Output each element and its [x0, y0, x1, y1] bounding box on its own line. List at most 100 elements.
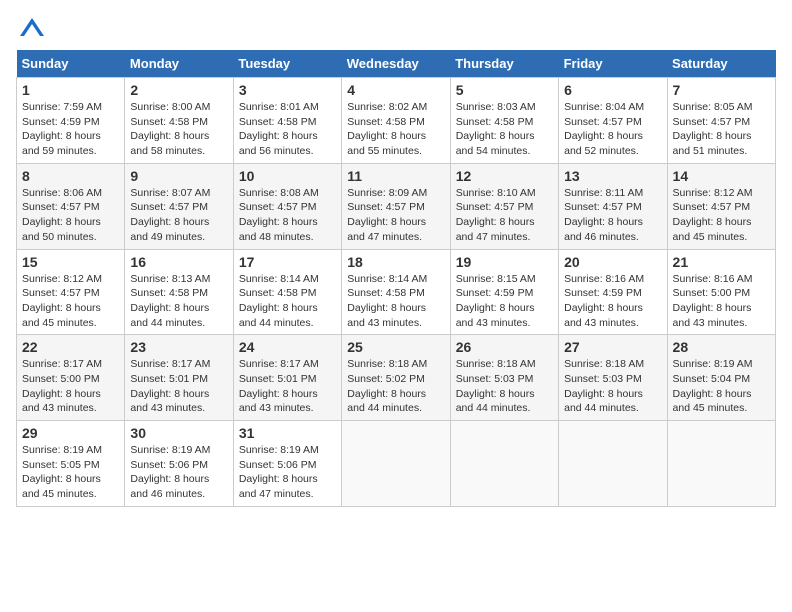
day-info: Sunrise: 8:14 AM Sunset: 4:58 PM Dayligh… [347, 272, 444, 331]
calendar-cell: 21 Sunrise: 8:16 AM Sunset: 5:00 PM Dayli… [667, 249, 775, 335]
day-number: 31 [239, 425, 336, 441]
calendar-cell: 23 Sunrise: 8:17 AM Sunset: 5:01 PM Dayli… [125, 335, 233, 421]
calendar-cell: 10Sunrise: 8:08 AM Sunset: 4:57 PM Dayli… [233, 163, 341, 249]
day-number: 27 [564, 339, 661, 355]
calendar-cell: 9 Sunrise: 8:07 AM Sunset: 4:57 PM Daylig… [125, 163, 233, 249]
week-row-4: 22 Sunrise: 8:17 AM Sunset: 5:00 PM Dayli… [17, 335, 776, 421]
day-info: Sunrise: 8:03 AM Sunset: 4:58 PM Dayligh… [456, 100, 553, 159]
day-number: 17 [239, 254, 336, 270]
day-header-monday: Monday [125, 50, 233, 78]
day-header-sunday: Sunday [17, 50, 125, 78]
calendar-cell: 6 Sunrise: 8:04 AM Sunset: 4:57 PM Daylig… [559, 78, 667, 164]
calendar-cell: 17Sunrise: 8:14 AM Sunset: 4:58 PM Dayli… [233, 249, 341, 335]
week-row-3: 15 Sunrise: 8:12 AM Sunset: 4:57 PM Dayli… [17, 249, 776, 335]
day-header-thursday: Thursday [450, 50, 558, 78]
day-number: 24 [239, 339, 336, 355]
calendar-cell [342, 421, 450, 507]
day-number: 18 [347, 254, 444, 270]
day-info: Sunrise: 8:19 AM Sunset: 5:04 PM Dayligh… [673, 357, 770, 416]
day-number: 5 [456, 82, 553, 98]
day-info: Sunrise: 8:19 AM Sunset: 5:05 PM Dayligh… [22, 443, 119, 502]
calendar-cell [450, 421, 558, 507]
day-info: Sunrise: 7:59 AM Sunset: 4:59 PM Dayligh… [22, 100, 119, 159]
day-number: 2 [130, 82, 227, 98]
day-header-friday: Friday [559, 50, 667, 78]
calendar-cell: 2Sunrise: 8:00 AM Sunset: 4:58 PM Daylig… [125, 78, 233, 164]
calendar-cell: 22 Sunrise: 8:17 AM Sunset: 5:00 PM Dayli… [17, 335, 125, 421]
calendar-cell: 4Sunrise: 8:02 AM Sunset: 4:58 PM Daylig… [342, 78, 450, 164]
day-info: Sunrise: 8:02 AM Sunset: 4:58 PM Dayligh… [347, 100, 444, 159]
calendar-cell: 18 Sunrise: 8:14 AM Sunset: 4:58 PM Dayli… [342, 249, 450, 335]
day-info: Sunrise: 8:07 AM Sunset: 4:57 PM Dayligh… [130, 186, 227, 245]
calendar-cell: 27 Sunrise: 8:18 AM Sunset: 5:03 PM Dayli… [559, 335, 667, 421]
day-number: 8 [22, 168, 119, 184]
day-info: Sunrise: 8:18 AM Sunset: 5:03 PM Dayligh… [564, 357, 661, 416]
day-number: 25 [347, 339, 444, 355]
day-number: 7 [673, 82, 770, 98]
day-number: 19 [456, 254, 553, 270]
day-number: 22 [22, 339, 119, 355]
day-number: 29 [22, 425, 119, 441]
day-header-tuesday: Tuesday [233, 50, 341, 78]
calendar-cell [559, 421, 667, 507]
calendar-cell: 11 Sunrise: 8:09 AM Sunset: 4:57 PM Dayli… [342, 163, 450, 249]
day-header-saturday: Saturday [667, 50, 775, 78]
day-number: 20 [564, 254, 661, 270]
day-info: Sunrise: 8:16 AM Sunset: 5:00 PM Dayligh… [673, 272, 770, 331]
day-info: Sunrise: 8:19 AM Sunset: 5:06 PM Dayligh… [130, 443, 227, 502]
day-info: Sunrise: 8:17 AM Sunset: 5:00 PM Dayligh… [22, 357, 119, 416]
calendar-cell: 20 Sunrise: 8:16 AM Sunset: 4:59 PM Dayli… [559, 249, 667, 335]
day-info: Sunrise: 8:11 AM Sunset: 4:57 PM Dayligh… [564, 186, 661, 245]
day-number: 21 [673, 254, 770, 270]
calendar-cell: 5 Sunrise: 8:03 AM Sunset: 4:58 PM Daylig… [450, 78, 558, 164]
day-info: Sunrise: 8:18 AM Sunset: 5:02 PM Dayligh… [347, 357, 444, 416]
day-info: Sunrise: 8:09 AM Sunset: 4:57 PM Dayligh… [347, 186, 444, 245]
calendar-table: SundayMondayTuesdayWednesdayThursdayFrid… [16, 50, 776, 507]
day-number: 9 [130, 168, 227, 184]
day-info: Sunrise: 8:15 AM Sunset: 4:59 PM Dayligh… [456, 272, 553, 331]
week-row-1: 1Sunrise: 7:59 AM Sunset: 4:59 PM Daylig… [17, 78, 776, 164]
calendar-cell [667, 421, 775, 507]
calendar-cell: 1Sunrise: 7:59 AM Sunset: 4:59 PM Daylig… [17, 78, 125, 164]
day-number: 15 [22, 254, 119, 270]
calendar-cell: 16 Sunrise: 8:13 AM Sunset: 4:58 PM Dayli… [125, 249, 233, 335]
day-info: Sunrise: 8:06 AM Sunset: 4:57 PM Dayligh… [22, 186, 119, 245]
logo [16, 16, 46, 38]
calendar-cell: 15 Sunrise: 8:12 AM Sunset: 4:57 PM Dayli… [17, 249, 125, 335]
day-header-wednesday: Wednesday [342, 50, 450, 78]
day-number: 14 [673, 168, 770, 184]
calendar-cell: 3Sunrise: 8:01 AM Sunset: 4:58 PM Daylig… [233, 78, 341, 164]
calendar-cell: 29 Sunrise: 8:19 AM Sunset: 5:05 PM Dayli… [17, 421, 125, 507]
day-info: Sunrise: 8:12 AM Sunset: 4:57 PM Dayligh… [22, 272, 119, 331]
day-number: 6 [564, 82, 661, 98]
calendar-cell: 28 Sunrise: 8:19 AM Sunset: 5:04 PM Dayli… [667, 335, 775, 421]
calendar-cell: 8 Sunrise: 8:06 AM Sunset: 4:57 PM Daylig… [17, 163, 125, 249]
day-number: 23 [130, 339, 227, 355]
calendar-cell: 31 Sunrise: 8:19 AM Sunset: 5:06 PM Dayli… [233, 421, 341, 507]
calendar-cell: 30 Sunrise: 8:19 AM Sunset: 5:06 PM Dayli… [125, 421, 233, 507]
header [16, 16, 776, 38]
day-number: 28 [673, 339, 770, 355]
day-info: Sunrise: 8:19 AM Sunset: 5:06 PM Dayligh… [239, 443, 336, 502]
day-info: Sunrise: 8:05 AM Sunset: 4:57 PM Dayligh… [673, 100, 770, 159]
day-number: 11 [347, 168, 444, 184]
header-row: SundayMondayTuesdayWednesdayThursdayFrid… [17, 50, 776, 78]
day-info: Sunrise: 8:08 AM Sunset: 4:57 PM Dayligh… [239, 186, 336, 245]
day-info: Sunrise: 8:16 AM Sunset: 4:59 PM Dayligh… [564, 272, 661, 331]
day-info: Sunrise: 8:18 AM Sunset: 5:03 PM Dayligh… [456, 357, 553, 416]
day-number: 12 [456, 168, 553, 184]
calendar-cell: 13Sunrise: 8:11 AM Sunset: 4:57 PM Dayli… [559, 163, 667, 249]
day-info: Sunrise: 8:17 AM Sunset: 5:01 PM Dayligh… [239, 357, 336, 416]
calendar-cell: 7 Sunrise: 8:05 AM Sunset: 4:57 PM Daylig… [667, 78, 775, 164]
day-info: Sunrise: 8:04 AM Sunset: 4:57 PM Dayligh… [564, 100, 661, 159]
day-info: Sunrise: 8:13 AM Sunset: 4:58 PM Dayligh… [130, 272, 227, 331]
week-row-5: 29 Sunrise: 8:19 AM Sunset: 5:05 PM Dayli… [17, 421, 776, 507]
day-info: Sunrise: 8:12 AM Sunset: 4:57 PM Dayligh… [673, 186, 770, 245]
calendar-cell: 12Sunrise: 8:10 AM Sunset: 4:57 PM Dayli… [450, 163, 558, 249]
day-number: 16 [130, 254, 227, 270]
calendar-cell: 24 Sunrise: 8:17 AM Sunset: 5:01 PM Dayli… [233, 335, 341, 421]
day-info: Sunrise: 8:01 AM Sunset: 4:58 PM Dayligh… [239, 100, 336, 159]
day-number: 26 [456, 339, 553, 355]
day-info: Sunrise: 8:17 AM Sunset: 5:01 PM Dayligh… [130, 357, 227, 416]
day-number: 30 [130, 425, 227, 441]
